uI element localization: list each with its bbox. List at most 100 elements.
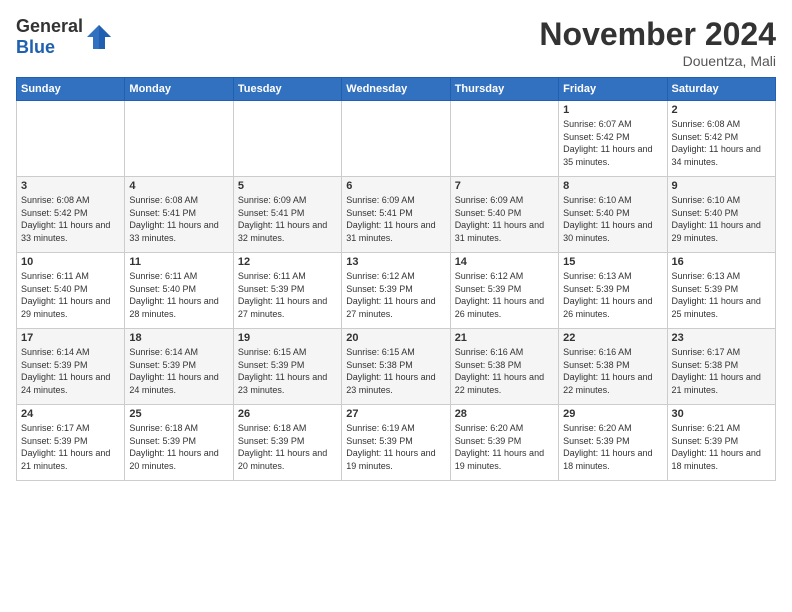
table-row: 12 Sunrise: 6:11 AM Sunset: 5:39 PM Dayli… bbox=[233, 253, 341, 329]
day-info: Sunrise: 6:20 AM Sunset: 5:39 PM Dayligh… bbox=[455, 422, 554, 472]
table-row: 24Sunrise: 6:17 AM Sunset: 5:39 PM Dayli… bbox=[17, 405, 125, 481]
header: General Blue November 2024 Douentza, Mal… bbox=[16, 16, 776, 69]
day-info: Sunrise: 6:11 AM Sunset: 5:39 PM Dayligh… bbox=[238, 270, 337, 320]
day-info: Sunrise: 6:18 AM Sunset: 5:39 PM Dayligh… bbox=[129, 422, 228, 472]
day-info: Sunrise: 6:09 AM Sunset: 5:41 PM Dayligh… bbox=[346, 194, 445, 244]
day-info: Sunrise: 6:11 AM Sunset: 5:40 PM Dayligh… bbox=[129, 270, 228, 320]
day-info: Sunrise: 6:08 AM Sunset: 5:42 PM Dayligh… bbox=[672, 118, 771, 168]
day-info: Sunrise: 6:18 AM Sunset: 5:39 PM Dayligh… bbox=[238, 422, 337, 472]
table-row: 5 Sunrise: 6:09 AM Sunset: 5:41 PM Daylig… bbox=[233, 177, 341, 253]
table-row: 29Sunrise: 6:20 AM Sunset: 5:39 PM Dayli… bbox=[559, 405, 667, 481]
col-saturday: Saturday bbox=[667, 78, 775, 101]
table-row: 2 Sunrise: 6:08 AM Sunset: 5:42 PM Daylig… bbox=[667, 101, 775, 177]
day-info: Sunrise: 6:12 AM Sunset: 5:39 PM Dayligh… bbox=[346, 270, 445, 320]
table-row bbox=[233, 101, 341, 177]
day-number: 26 bbox=[238, 408, 337, 420]
day-number: 27 bbox=[346, 408, 445, 420]
table-row: 17 Sunrise: 6:14 AM Sunset: 5:39 PM Dayli… bbox=[17, 329, 125, 405]
col-thursday: Thursday bbox=[450, 78, 558, 101]
day-info: Sunrise: 6:16 AM Sunset: 5:38 PM Dayligh… bbox=[455, 346, 554, 396]
table-row: 6 Sunrise: 6:09 AM Sunset: 5:41 PM Daylig… bbox=[342, 177, 450, 253]
table-row: 1 Sunrise: 6:07 AM Sunset: 5:42 PM Daylig… bbox=[559, 101, 667, 177]
calendar-week-row: 24Sunrise: 6:17 AM Sunset: 5:39 PM Dayli… bbox=[17, 405, 776, 481]
day-info: Sunrise: 6:14 AM Sunset: 5:39 PM Dayligh… bbox=[129, 346, 228, 396]
day-info: Sunrise: 6:15 AM Sunset: 5:38 PM Dayligh… bbox=[346, 346, 445, 396]
day-number: 2 bbox=[672, 104, 771, 116]
calendar-week-row: 3 Sunrise: 6:08 AM Sunset: 5:42 PM Daylig… bbox=[17, 177, 776, 253]
table-row: 9Sunrise: 6:10 AM Sunset: 5:40 PM Daylig… bbox=[667, 177, 775, 253]
day-info: Sunrise: 6:20 AM Sunset: 5:39 PM Dayligh… bbox=[563, 422, 662, 472]
day-number: 3 bbox=[21, 180, 120, 192]
table-row: 20Sunrise: 6:15 AM Sunset: 5:38 PM Dayli… bbox=[342, 329, 450, 405]
table-row: 15Sunrise: 6:13 AM Sunset: 5:39 PM Dayli… bbox=[559, 253, 667, 329]
table-row bbox=[17, 101, 125, 177]
day-info: Sunrise: 6:07 AM Sunset: 5:42 PM Dayligh… bbox=[563, 118, 662, 168]
table-row: 26 Sunrise: 6:18 AM Sunset: 5:39 PM Dayli… bbox=[233, 405, 341, 481]
table-row: 18 Sunrise: 6:14 AM Sunset: 5:39 PM Dayli… bbox=[125, 329, 233, 405]
logo: General Blue bbox=[16, 16, 113, 58]
month-title: November 2024 bbox=[539, 16, 776, 53]
day-info: Sunrise: 6:21 AM Sunset: 5:39 PM Dayligh… bbox=[672, 422, 771, 472]
day-info: Sunrise: 6:16 AM Sunset: 5:38 PM Dayligh… bbox=[563, 346, 662, 396]
day-number: 28 bbox=[455, 408, 554, 420]
day-number: 4 bbox=[129, 180, 228, 192]
day-number: 7 bbox=[455, 180, 554, 192]
col-tuesday: Tuesday bbox=[233, 78, 341, 101]
day-info: Sunrise: 6:09 AM Sunset: 5:40 PM Dayligh… bbox=[455, 194, 554, 244]
day-number: 5 bbox=[238, 180, 337, 192]
table-row: 4Sunrise: 6:08 AM Sunset: 5:41 PM Daylig… bbox=[125, 177, 233, 253]
day-info: Sunrise: 6:13 AM Sunset: 5:39 PM Dayligh… bbox=[672, 270, 771, 320]
table-row: 3 Sunrise: 6:08 AM Sunset: 5:42 PM Daylig… bbox=[17, 177, 125, 253]
logo-blue: Blue bbox=[16, 37, 55, 57]
calendar-header-row: Sunday Monday Tuesday Wednesday Thursday… bbox=[17, 78, 776, 101]
day-info: Sunrise: 6:15 AM Sunset: 5:39 PM Dayligh… bbox=[238, 346, 337, 396]
day-info: Sunrise: 6:12 AM Sunset: 5:39 PM Dayligh… bbox=[455, 270, 554, 320]
table-row: 19 Sunrise: 6:15 AM Sunset: 5:39 PM Dayli… bbox=[233, 329, 341, 405]
col-sunday: Sunday bbox=[17, 78, 125, 101]
table-row: 14Sunrise: 6:12 AM Sunset: 5:39 PM Dayli… bbox=[450, 253, 558, 329]
table-row bbox=[125, 101, 233, 177]
day-number: 6 bbox=[346, 180, 445, 192]
table-row: 13 Sunrise: 6:12 AM Sunset: 5:39 PM Dayli… bbox=[342, 253, 450, 329]
col-monday: Monday bbox=[125, 78, 233, 101]
table-row bbox=[342, 101, 450, 177]
logo-general: General bbox=[16, 16, 83, 36]
day-number: 16 bbox=[672, 256, 771, 268]
location-subtitle: Douentza, Mali bbox=[539, 53, 776, 69]
col-friday: Friday bbox=[559, 78, 667, 101]
table-row: 27Sunrise: 6:19 AM Sunset: 5:39 PM Dayli… bbox=[342, 405, 450, 481]
day-number: 30 bbox=[672, 408, 771, 420]
calendar-table: Sunday Monday Tuesday Wednesday Thursday… bbox=[16, 77, 776, 481]
logo-icon bbox=[85, 23, 113, 51]
table-row: 23 Sunrise: 6:17 AM Sunset: 5:38 PM Dayli… bbox=[667, 329, 775, 405]
day-info: Sunrise: 6:09 AM Sunset: 5:41 PM Dayligh… bbox=[238, 194, 337, 244]
table-row: 28 Sunrise: 6:20 AM Sunset: 5:39 PM Dayli… bbox=[450, 405, 558, 481]
calendar-week-row: 10 Sunrise: 6:11 AM Sunset: 5:40 PM Dayli… bbox=[17, 253, 776, 329]
day-number: 18 bbox=[129, 332, 228, 344]
day-info: Sunrise: 6:14 AM Sunset: 5:39 PM Dayligh… bbox=[21, 346, 120, 396]
title-block: November 2024 Douentza, Mali bbox=[539, 16, 776, 69]
table-row: 30 Sunrise: 6:21 AM Sunset: 5:39 PM Dayli… bbox=[667, 405, 775, 481]
day-number: 1 bbox=[563, 104, 662, 116]
day-number: 12 bbox=[238, 256, 337, 268]
day-number: 22 bbox=[563, 332, 662, 344]
day-number: 19 bbox=[238, 332, 337, 344]
day-number: 9 bbox=[672, 180, 771, 192]
day-number: 8 bbox=[563, 180, 662, 192]
table-row: 11Sunrise: 6:11 AM Sunset: 5:40 PM Dayli… bbox=[125, 253, 233, 329]
logo-text: General Blue bbox=[16, 16, 83, 58]
day-number: 13 bbox=[346, 256, 445, 268]
table-row: 8Sunrise: 6:10 AM Sunset: 5:40 PM Daylig… bbox=[559, 177, 667, 253]
day-number: 17 bbox=[21, 332, 120, 344]
calendar-week-row: 1 Sunrise: 6:07 AM Sunset: 5:42 PM Daylig… bbox=[17, 101, 776, 177]
table-row bbox=[450, 101, 558, 177]
day-number: 23 bbox=[672, 332, 771, 344]
calendar-page: General Blue November 2024 Douentza, Mal… bbox=[0, 0, 792, 612]
day-info: Sunrise: 6:08 AM Sunset: 5:42 PM Dayligh… bbox=[21, 194, 120, 244]
day-info: Sunrise: 6:13 AM Sunset: 5:39 PM Dayligh… bbox=[563, 270, 662, 320]
table-row: 16 Sunrise: 6:13 AM Sunset: 5:39 PM Dayli… bbox=[667, 253, 775, 329]
day-number: 10 bbox=[21, 256, 120, 268]
day-info: Sunrise: 6:17 AM Sunset: 5:39 PM Dayligh… bbox=[21, 422, 120, 472]
day-info: Sunrise: 6:17 AM Sunset: 5:38 PM Dayligh… bbox=[672, 346, 771, 396]
day-number: 21 bbox=[455, 332, 554, 344]
